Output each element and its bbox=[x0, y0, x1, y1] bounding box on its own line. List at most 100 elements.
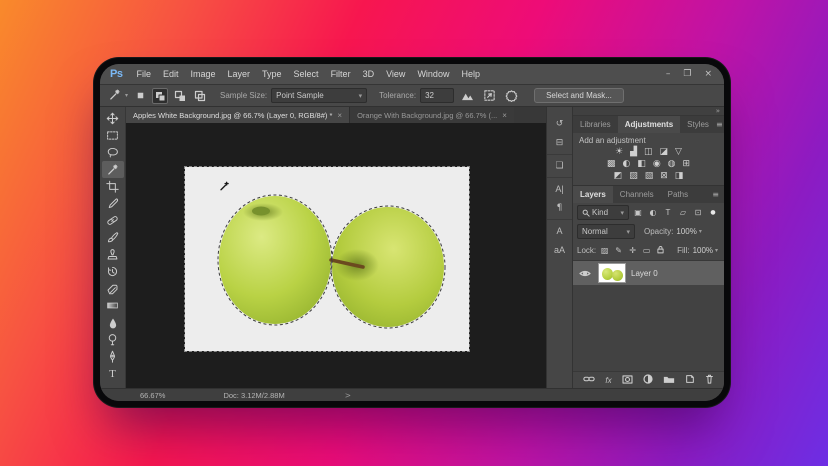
add-to-selection-button[interactable] bbox=[152, 88, 168, 104]
layer-row[interactable]: Layer 0 bbox=[573, 261, 724, 285]
link-layers-icon[interactable] bbox=[583, 375, 595, 385]
minimize-button[interactable]: – bbox=[666, 69, 671, 79]
dodge-tool[interactable] bbox=[102, 331, 124, 348]
lasso-tool[interactable] bbox=[102, 144, 124, 161]
new-selection-button[interactable] bbox=[132, 88, 148, 104]
panel-menu-icon[interactable]: ≡ bbox=[716, 120, 724, 129]
filter-toggle-icon[interactable]: ● bbox=[707, 209, 719, 216]
tool-preset-magic-wand-icon[interactable] bbox=[108, 88, 121, 103]
tab-orange-document[interactable]: Orange With Background.jpg @ 66.7% (... … bbox=[349, 107, 514, 123]
layer-style-fx-icon[interactable]: fx bbox=[605, 376, 611, 385]
tab-libraries[interactable]: Libraries bbox=[573, 116, 618, 133]
fill-dropdown[interactable]: 100% ▾ bbox=[693, 246, 718, 255]
photo-filter-icon[interactable]: ◉ bbox=[653, 159, 661, 169]
posterize-icon[interactable]: ▨ bbox=[629, 171, 638, 181]
restore-button[interactable]: ❐ bbox=[683, 69, 691, 79]
select-and-mask-button[interactable]: Select and Mask... bbox=[534, 88, 624, 103]
move-tool[interactable] bbox=[102, 110, 124, 127]
menu-view[interactable]: View bbox=[380, 69, 411, 79]
hue-saturation-icon[interactable]: ▩ bbox=[607, 159, 616, 169]
menu-image[interactable]: Image bbox=[185, 69, 222, 79]
character-panel-icon[interactable]: A| bbox=[555, 184, 563, 194]
curves-icon[interactable]: ◫ bbox=[644, 147, 653, 157]
clone-stamp-tool[interactable] bbox=[102, 246, 124, 263]
menu-edit[interactable]: Edit bbox=[157, 69, 185, 79]
gradient-map-icon[interactable]: ◨ bbox=[675, 171, 684, 181]
filter-kind-dropdown[interactable]: Kind ▾ bbox=[577, 205, 629, 220]
spot-healing-brush-tool[interactable] bbox=[102, 212, 124, 229]
sample-all-layers-icon[interactable] bbox=[458, 88, 476, 104]
blend-mode-dropdown[interactable]: Normal ▾ bbox=[577, 224, 635, 239]
document-with-selection[interactable] bbox=[185, 167, 469, 351]
menu-file[interactable]: File bbox=[130, 69, 157, 79]
delete-layer-trash-icon[interactable] bbox=[705, 374, 714, 386]
subtract-from-selection-button[interactable] bbox=[172, 88, 188, 104]
tolerance-input[interactable]: 32 bbox=[420, 88, 454, 103]
paragraph-panel-icon[interactable]: ¶ bbox=[557, 203, 563, 213]
add-layer-mask-icon[interactable] bbox=[622, 375, 633, 386]
menu-window[interactable]: Window bbox=[411, 69, 455, 79]
filter-adjustment-layers-icon[interactable]: ◐ bbox=[647, 208, 659, 217]
zoom-level-field[interactable]: 66.67% bbox=[140, 391, 165, 400]
tab-close-icon[interactable]: × bbox=[337, 111, 342, 120]
exposure-icon[interactable]: ◪ bbox=[660, 147, 669, 157]
rectangular-marquee-tool[interactable] bbox=[102, 127, 124, 144]
history-panel-icon[interactable]: ↺ bbox=[556, 119, 564, 129]
threshold-icon[interactable]: ▧ bbox=[645, 171, 654, 181]
filter-shape-layers-icon[interactable]: ▱ bbox=[677, 208, 689, 217]
clone-source-panel-icon[interactable]: ❏ bbox=[555, 161, 563, 171]
new-group-folder-icon[interactable] bbox=[663, 375, 675, 386]
eyedropper-tool[interactable] bbox=[102, 195, 124, 212]
menu-filter[interactable]: Filter bbox=[325, 69, 357, 79]
eraser-tool[interactable] bbox=[102, 280, 124, 297]
collapse-dock-icon[interactable]: » bbox=[716, 107, 720, 115]
filter-type-layers-icon[interactable]: T bbox=[662, 208, 674, 217]
lock-transparency-icon[interactable]: ▨ bbox=[599, 246, 610, 255]
new-layer-icon[interactable] bbox=[685, 374, 695, 386]
tab-adjustments[interactable]: Adjustments bbox=[618, 116, 680, 133]
canvas[interactable] bbox=[126, 123, 546, 388]
history-brush-tool[interactable] bbox=[102, 263, 124, 280]
menu-select[interactable]: Select bbox=[288, 69, 325, 79]
blur-tool[interactable] bbox=[102, 314, 124, 331]
pen-tool[interactable] bbox=[102, 348, 124, 365]
vibrance-icon[interactable]: ▽ bbox=[675, 147, 682, 157]
character-styles-panel-icon[interactable]: A bbox=[556, 226, 562, 236]
tab-channels[interactable]: Channels bbox=[613, 186, 661, 203]
intersect-selection-button[interactable] bbox=[192, 88, 208, 104]
sample-size-dropdown[interactable]: Point Sample ▾ bbox=[271, 88, 367, 103]
tab-apples-document[interactable]: Apples White Background.jpg @ 66.7% (Lay… bbox=[126, 107, 349, 123]
invert-icon[interactable]: ◩ bbox=[614, 171, 623, 181]
new-adjustment-layer-icon[interactable] bbox=[643, 374, 653, 386]
panel-menu-icon[interactable]: ≡ bbox=[712, 190, 724, 199]
freeform-selection-icon[interactable] bbox=[502, 88, 520, 104]
layer-thumbnail[interactable] bbox=[598, 263, 626, 283]
menu-type[interactable]: Type bbox=[256, 69, 288, 79]
close-button[interactable]: × bbox=[704, 69, 712, 79]
color-balance-icon[interactable]: ◐ bbox=[622, 159, 630, 169]
magic-wand-tool[interactable] bbox=[102, 161, 124, 178]
menu-help[interactable]: Help bbox=[455, 69, 486, 79]
gradient-tool[interactable] bbox=[102, 297, 124, 314]
properties-panel-icon[interactable]: ⊟ bbox=[556, 138, 564, 148]
brush-tool[interactable] bbox=[102, 229, 124, 246]
lock-all-icon[interactable] bbox=[655, 245, 666, 256]
color-lookup-icon[interactable]: ⊞ bbox=[683, 159, 691, 169]
refine-edge-icon[interactable] bbox=[480, 88, 498, 104]
brightness-contrast-icon[interactable]: ☀ bbox=[615, 147, 623, 157]
tab-close-icon[interactable]: × bbox=[502, 111, 507, 120]
opacity-dropdown[interactable]: 100% ▾ bbox=[676, 227, 701, 236]
black-white-icon[interactable]: ◧ bbox=[637, 159, 646, 169]
paragraph-styles-panel-icon[interactable]: aA bbox=[554, 245, 565, 255]
levels-icon[interactable]: ▟ bbox=[630, 147, 637, 157]
filter-pixel-layers-icon[interactable]: ▣ bbox=[632, 208, 644, 217]
lock-image-icon[interactable]: ✎ bbox=[613, 246, 624, 255]
filter-smart-objects-icon[interactable]: ⊡ bbox=[692, 208, 704, 217]
menu-layer[interactable]: Layer bbox=[222, 69, 257, 79]
tab-layers[interactable]: Layers bbox=[573, 186, 613, 203]
selective-color-icon[interactable]: ⊠ bbox=[660, 171, 668, 181]
status-options-arrow-icon[interactable]: > bbox=[345, 391, 351, 400]
lock-artboard-icon[interactable]: ▭ bbox=[641, 246, 652, 255]
tool-preset-caret-icon[interactable]: ▾ bbox=[125, 92, 128, 99]
lock-position-icon[interactable]: ✛ bbox=[627, 246, 638, 255]
